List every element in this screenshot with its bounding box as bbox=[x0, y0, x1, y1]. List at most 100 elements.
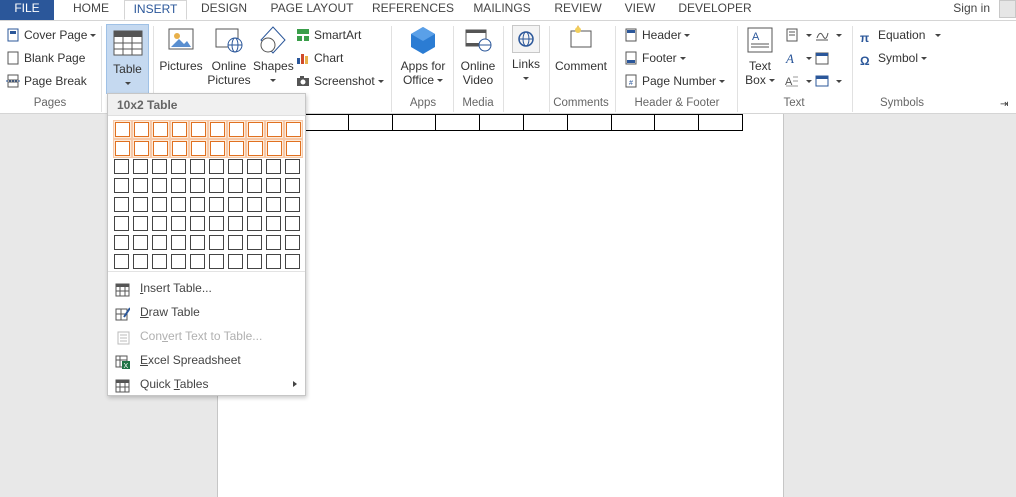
grid-cell[interactable] bbox=[189, 253, 208, 272]
menu-item-draw-table[interactable]: Draw Table bbox=[108, 300, 305, 324]
grid-cell[interactable] bbox=[170, 158, 189, 177]
footer-button[interactable]: Footer bbox=[624, 48, 686, 68]
chart-button[interactable]: Chart bbox=[296, 48, 343, 68]
grid-cell[interactable] bbox=[113, 253, 132, 272]
grid-cell[interactable] bbox=[189, 234, 208, 253]
menu-item-excel-spreadsheet[interactable]: X Excel Spreadsheet bbox=[108, 348, 305, 372]
grid-cell[interactable] bbox=[265, 158, 284, 177]
shapes-button[interactable]: Shapes bbox=[253, 25, 294, 87]
grid-cell[interactable] bbox=[170, 177, 189, 196]
grid-cell[interactable] bbox=[132, 253, 151, 272]
table-button[interactable]: Table bbox=[106, 24, 149, 94]
grid-cell[interactable] bbox=[189, 177, 208, 196]
date-time-button[interactable] bbox=[815, 48, 833, 68]
grid-cell[interactable] bbox=[113, 177, 132, 196]
grid-cell[interactable] bbox=[151, 158, 170, 177]
blank-page-button[interactable]: Blank Page bbox=[6, 48, 85, 68]
smartart-button[interactable]: SmartArt bbox=[296, 25, 361, 45]
grid-cell[interactable] bbox=[113, 120, 132, 139]
online-pictures-button[interactable]: Online Pictures bbox=[206, 25, 252, 87]
grid-cell[interactable] bbox=[227, 234, 246, 253]
page-break-button[interactable]: Page Break bbox=[6, 71, 87, 91]
grid-cell[interactable] bbox=[208, 215, 227, 234]
tab-file[interactable]: FILE bbox=[0, 0, 54, 20]
screenshot-button[interactable]: Screenshot bbox=[296, 71, 384, 91]
tab-mailings[interactable]: MAILINGS bbox=[466, 0, 538, 20]
object-button[interactable] bbox=[815, 71, 842, 91]
comment-button[interactable]: Comment bbox=[552, 25, 610, 73]
grid-cell[interactable] bbox=[246, 196, 265, 215]
pictures-button[interactable]: Pictures bbox=[158, 25, 204, 73]
wordart-button[interactable]: A bbox=[785, 48, 812, 68]
menu-item-insert-table[interactable]: Insert Table... bbox=[108, 276, 305, 300]
grid-cell[interactable] bbox=[208, 139, 227, 158]
grid-cell[interactable] bbox=[170, 253, 189, 272]
grid-cell[interactable] bbox=[132, 120, 151, 139]
tab-insert[interactable]: INSERT bbox=[124, 0, 187, 20]
grid-cell[interactable] bbox=[113, 139, 132, 158]
grid-cell[interactable] bbox=[227, 196, 246, 215]
header-button[interactable]: Header bbox=[624, 25, 691, 45]
grid-cell[interactable] bbox=[189, 196, 208, 215]
grid-cell[interactable] bbox=[284, 215, 303, 234]
grid-cell[interactable] bbox=[284, 234, 303, 253]
grid-cell[interactable] bbox=[113, 215, 132, 234]
tab-review[interactable]: REVIEW bbox=[548, 0, 608, 20]
sign-in-link[interactable]: Sign in bbox=[953, 0, 990, 16]
equation-button[interactable]: π Equation bbox=[860, 25, 942, 45]
grid-cell[interactable] bbox=[170, 120, 189, 139]
menu-item-quick-tables[interactable]: Quick Tables bbox=[108, 372, 305, 396]
grid-cell[interactable] bbox=[208, 253, 227, 272]
grid-cell[interactable] bbox=[170, 234, 189, 253]
grid-cell[interactable] bbox=[284, 253, 303, 272]
grid-cell[interactable] bbox=[151, 234, 170, 253]
symbol-button[interactable]: Ω Symbol bbox=[860, 48, 928, 68]
page-number-button[interactable]: # Page Number bbox=[624, 71, 726, 91]
text-box-button[interactable]: A Text Box bbox=[741, 25, 779, 87]
grid-cell[interactable] bbox=[265, 120, 284, 139]
grid-cell[interactable] bbox=[284, 177, 303, 196]
grid-cell[interactable] bbox=[132, 234, 151, 253]
cover-page-button[interactable]: Cover Page bbox=[6, 25, 97, 45]
grid-cell[interactable] bbox=[208, 120, 227, 139]
grid-cell[interactable] bbox=[208, 196, 227, 215]
tab-design[interactable]: DESIGN bbox=[192, 0, 256, 20]
grid-cell[interactable] bbox=[189, 158, 208, 177]
grid-cell[interactable] bbox=[284, 120, 303, 139]
grid-cell[interactable] bbox=[151, 215, 170, 234]
tab-page-layout[interactable]: PAGE LAYOUT bbox=[262, 0, 362, 20]
drop-cap-button[interactable]: A bbox=[785, 71, 812, 91]
grid-cell[interactable] bbox=[284, 139, 303, 158]
grid-cell[interactable] bbox=[265, 253, 284, 272]
grid-cell[interactable] bbox=[227, 215, 246, 234]
grid-cell[interactable] bbox=[246, 120, 265, 139]
grid-cell[interactable] bbox=[227, 158, 246, 177]
grid-cell[interactable] bbox=[151, 139, 170, 158]
signature-line-button[interactable] bbox=[815, 25, 842, 45]
grid-cell[interactable] bbox=[246, 234, 265, 253]
pin-ribbon-icon[interactable]: ⇥ bbox=[1000, 95, 1008, 115]
grid-cell[interactable] bbox=[208, 177, 227, 196]
grid-cell[interactable] bbox=[113, 196, 132, 215]
tab-developer[interactable]: DEVELOPER bbox=[673, 0, 757, 20]
grid-cell[interactable] bbox=[132, 177, 151, 196]
grid-cell[interactable] bbox=[189, 215, 208, 234]
apps-for-office-button[interactable]: Apps for Office bbox=[396, 25, 450, 87]
grid-cell[interactable] bbox=[170, 215, 189, 234]
grid-cell[interactable] bbox=[189, 120, 208, 139]
grid-cell[interactable] bbox=[265, 177, 284, 196]
online-video-button[interactable]: Online Video bbox=[456, 25, 500, 87]
grid-cell[interactable] bbox=[265, 234, 284, 253]
grid-cell[interactable] bbox=[265, 196, 284, 215]
links-button[interactable]: Links bbox=[506, 25, 546, 85]
grid-cell[interactable] bbox=[132, 215, 151, 234]
grid-cell[interactable] bbox=[113, 158, 132, 177]
grid-cell[interactable] bbox=[189, 139, 208, 158]
tab-home[interactable]: HOME bbox=[62, 0, 120, 20]
grid-cell[interactable] bbox=[227, 177, 246, 196]
grid-cell[interactable] bbox=[132, 158, 151, 177]
quick-parts-button[interactable] bbox=[785, 25, 812, 45]
grid-cell[interactable] bbox=[208, 234, 227, 253]
grid-cell[interactable] bbox=[246, 253, 265, 272]
grid-cell[interactable] bbox=[265, 139, 284, 158]
